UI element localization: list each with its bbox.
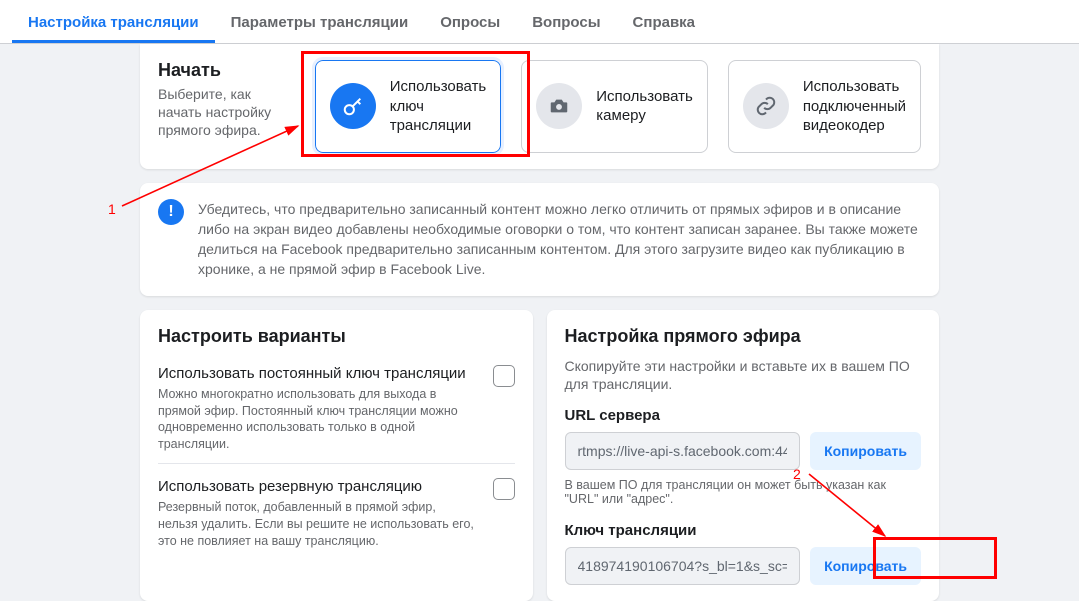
variant-desc: Резервный поток, добавленный в прямой эф… <box>158 499 479 550</box>
option-stream-key[interactable]: Использовать ключ трансляции <box>315 60 502 153</box>
tab-setup[interactable]: Настройка трансляции <box>12 0 215 43</box>
variants-title: Настроить варианты <box>158 326 515 347</box>
copy-server-button[interactable]: Копировать <box>810 432 921 470</box>
checkbox-backup-stream[interactable] <box>493 478 515 500</box>
start-title: Начать <box>158 60 295 81</box>
option-label: Использовать камеру <box>596 87 693 126</box>
link-icon <box>743 83 789 129</box>
tab-questions[interactable]: Вопросы <box>516 0 616 43</box>
server-hint: В вашем ПО для трансляции он может быть … <box>565 478 922 506</box>
tab-params[interactable]: Параметры трансляции <box>215 0 425 43</box>
stream-key-input[interactable] <box>565 547 801 585</box>
annotation-label-2: 2 <box>793 466 801 482</box>
start-card: Начать Выберите, как начать настройку пр… <box>140 44 939 169</box>
copy-key-button[interactable]: Копировать <box>810 547 921 585</box>
server-url-label: URL сервера <box>565 407 922 424</box>
stream-key-label: Ключ трансляции <box>565 522 922 539</box>
tabs-bar: Настройка трансляции Параметры трансляци… <box>0 0 1079 44</box>
variant-label: Использовать постоянный ключ трансляции <box>158 365 479 382</box>
live-title: Настройка прямого эфира <box>565 326 922 347</box>
variant-desc: Можно многократно использовать для выход… <box>158 386 479 454</box>
option-label: Использовать ключ трансляции <box>390 77 487 136</box>
info-banner: ! Убедитесь, что предварительно записанн… <box>140 183 939 296</box>
tab-polls[interactable]: Опросы <box>424 0 516 43</box>
option-camera[interactable]: Использовать камеру <box>521 60 708 153</box>
tab-help[interactable]: Справка <box>617 0 711 43</box>
start-subtitle: Выберите, как начать настройку прямого э… <box>158 85 295 140</box>
server-url-input[interactable] <box>565 432 801 470</box>
option-label: Использовать подключенный видеокодер <box>803 77 906 136</box>
live-subtitle: Скопируйте эти настройки и вставьте их в… <box>565 357 922 393</box>
variant-label: Использовать резервную трансляцию <box>158 478 479 495</box>
annotation-label-1: 1 <box>108 201 116 217</box>
key-icon <box>330 83 376 129</box>
info-text: Убедитесь, что предварительно записанный… <box>198 199 921 280</box>
camera-icon <box>536 83 582 129</box>
variants-card: Настроить варианты Использовать постоянн… <box>140 310 533 601</box>
checkbox-persistent-key[interactable] <box>493 365 515 387</box>
info-icon: ! <box>158 199 184 225</box>
live-settings-card: Настройка прямого эфира Скопируйте эти н… <box>547 310 940 601</box>
option-encoder[interactable]: Использовать подключенный видеокодер <box>728 60 921 153</box>
